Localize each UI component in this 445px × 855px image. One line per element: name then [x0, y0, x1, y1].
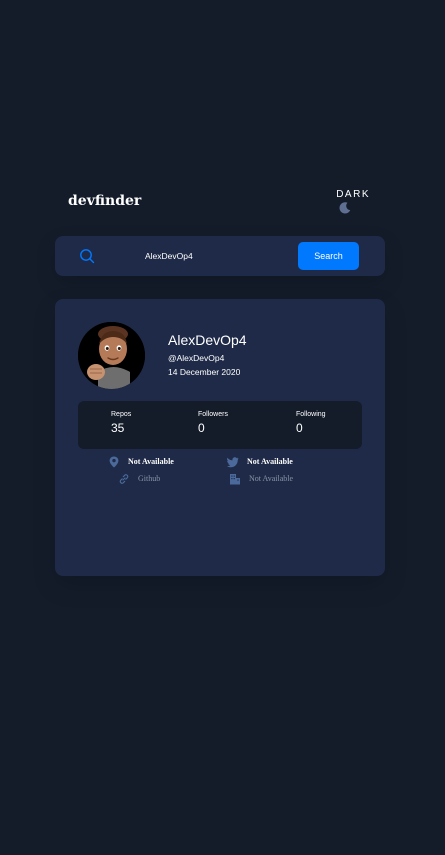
search-input[interactable]: [145, 246, 285, 266]
profile-card: AlexDevOp4 @AlexDevOp4 14 December 2020 …: [55, 299, 385, 576]
link-icon: [119, 474, 129, 484]
link-twitter-text: Not Available: [247, 457, 293, 466]
stat-repos: Repos 35: [111, 411, 131, 435]
building-icon: [230, 474, 240, 485]
memoji-avatar-image: [78, 322, 145, 389]
stats-panel: Repos 35 Followers 0 Following 0: [78, 401, 362, 449]
search-bar: Search: [55, 236, 385, 276]
search-icon: [80, 249, 95, 264]
profile-name: AlexDevOp4: [168, 332, 247, 348]
header: devfinder DARK: [55, 186, 385, 216]
link-blog-text[interactable]: Github: [138, 474, 160, 483]
twitter-icon: [227, 457, 239, 468]
link-company-text: Not Available: [249, 474, 294, 483]
app-container: devfinder DARK Search: [55, 186, 385, 576]
location-pin-icon: [109, 456, 119, 468]
stat-following-value: 0: [296, 421, 303, 435]
avatar: [78, 322, 145, 389]
profile-login[interactable]: @AlexDevOp4: [168, 353, 224, 363]
stat-repos-value: 35: [111, 421, 125, 435]
theme-toggle[interactable]: DARK: [336, 189, 370, 215]
app-logo: devfinder: [68, 193, 142, 209]
stat-followers-value: 0: [198, 421, 205, 435]
moon-icon: [339, 202, 351, 214]
stat-followers-label: Followers: [198, 411, 228, 418]
stat-following: Following 0: [296, 411, 326, 435]
stat-repos-label: Repos: [111, 411, 132, 418]
search-button[interactable]: Search: [298, 242, 359, 270]
profile-links: Not Available Not Available Github Not A…: [55, 456, 385, 496]
link-location-text: Not Available: [128, 457, 174, 466]
stat-followers: Followers 0: [198, 411, 228, 435]
theme-label: DARK: [336, 189, 370, 200]
stat-following-label: Following: [296, 411, 326, 418]
profile-joined-date: 14 December 2020: [168, 367, 241, 377]
